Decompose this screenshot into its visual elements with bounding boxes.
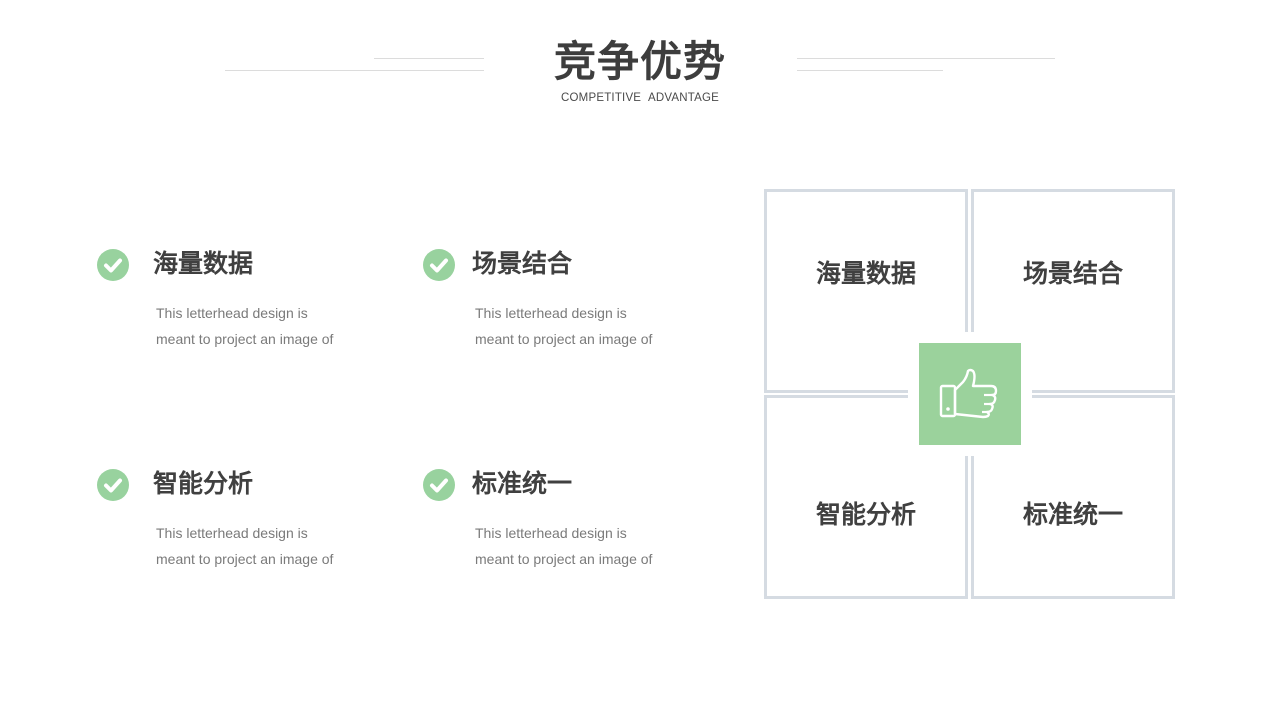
- feature-description-line: meant to project an image of: [156, 331, 334, 347]
- page-title: 竞争优势: [553, 37, 726, 86]
- check-circle-icon: [97, 249, 129, 281]
- feature-title: 场景结合: [472, 249, 573, 278]
- feature-title: 智能分析: [153, 469, 254, 498]
- check-circle-icon: [97, 469, 129, 501]
- feature-description-line: This letterhead design is: [156, 525, 308, 541]
- feature-description: This letterhead design is meant to proje…: [156, 520, 356, 572]
- quadrant-label: 场景结合: [1022, 259, 1123, 288]
- feature-description: This letterhead design is meant to proje…: [475, 300, 675, 352]
- feature-description-line: meant to project an image of: [475, 551, 653, 567]
- feature-description: This letterhead design is meant to proje…: [156, 300, 356, 352]
- check-circle-icon: [423, 249, 455, 281]
- feature-description-line: This letterhead design is: [475, 525, 627, 541]
- feature-description: This letterhead design is meant to proje…: [475, 520, 675, 572]
- feature-description-line: This letterhead design is: [475, 305, 627, 321]
- center-tile: [919, 343, 1021, 445]
- feature-title: 海量数据: [153, 249, 254, 278]
- feature-title: 标准统一: [472, 469, 573, 498]
- feature-description-line: meant to project an image of: [475, 331, 653, 347]
- thumbs-up-icon: [939, 368, 998, 419]
- page-subtitle: COMPETITIVE ADVANTAGE: [561, 92, 719, 104]
- feature-description-line: meant to project an image of: [156, 551, 334, 567]
- feature-description-line: This letterhead design is: [156, 305, 308, 321]
- quadrant-label: 智能分析: [815, 500, 916, 529]
- check-circle-icon: [423, 469, 455, 501]
- quadrant-label: 海量数据: [815, 259, 916, 288]
- quadrant-label: 标准统一: [1022, 500, 1123, 529]
